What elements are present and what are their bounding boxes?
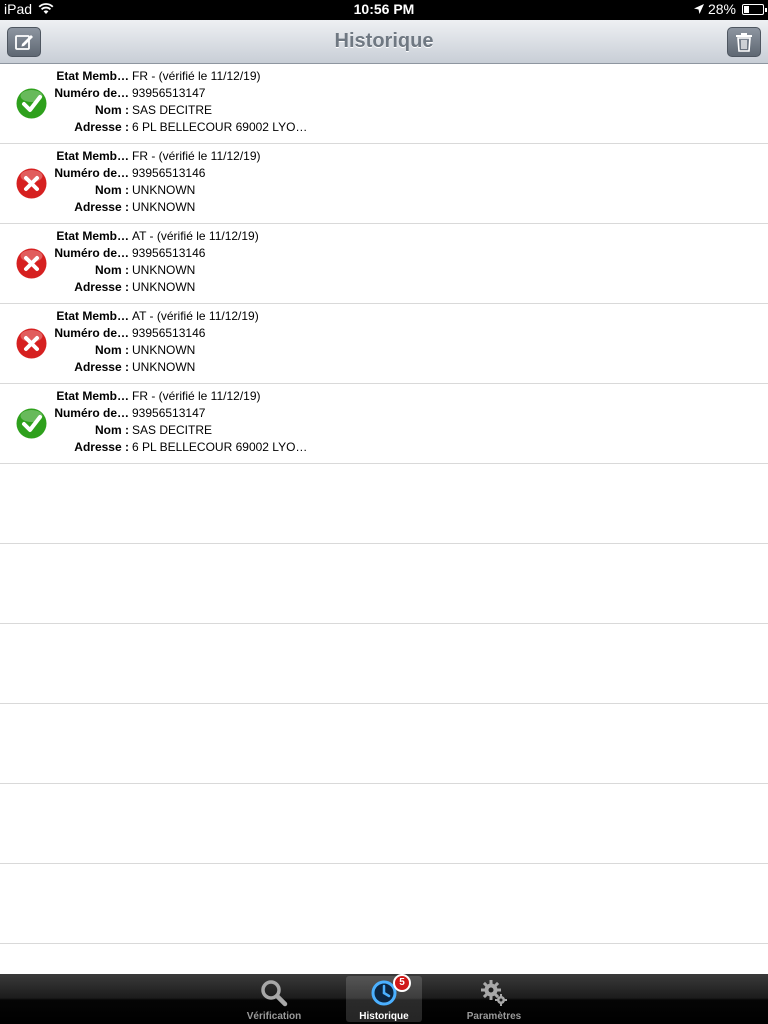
field-adresse: Adresse : UNKNOWN [0, 359, 259, 376]
field-label: Nom : [95, 343, 129, 357]
field-value: SAS DECITRE [132, 103, 213, 117]
field-value: UNKNOWN [132, 360, 196, 374]
field-label: Numéro de… [54, 86, 129, 100]
trash-button[interactable] [727, 27, 761, 57]
field-nom: Nom : SAS DECITRE [0, 422, 307, 439]
field-value: UNKNOWN [132, 280, 196, 294]
field-value: 93956513147 [132, 86, 206, 100]
field-value: FR - (vérifié le 11/12/19) [132, 69, 261, 83]
field-value: 93956513146 [132, 166, 206, 180]
field-value: 93956513146 [132, 246, 206, 260]
field-nom: Nom : UNKNOWN [0, 342, 259, 359]
field-label: Nom : [95, 423, 129, 437]
field-nom: Nom : SAS DECITRE [0, 102, 307, 119]
status-bar: iPad 10:56 PM 28% [0, 0, 768, 20]
field-etat: Etat Memb… FR - (vérifié le 11/12/19) [0, 388, 307, 405]
gear-icon [481, 980, 507, 1006]
field-value: UNKNOWN [132, 343, 196, 357]
field-label: Adresse : [74, 120, 129, 134]
field-nom: Nom : UNKNOWN [0, 262, 259, 279]
field-value: UNKNOWN [132, 263, 196, 277]
search-icon [261, 980, 288, 1007]
field-label: Etat Memb… [56, 149, 129, 163]
tab-historique[interactable]: 5 Historique [346, 974, 422, 1022]
battery-icon [742, 3, 767, 15]
field-adresse: Adresse : UNKNOWN [0, 199, 261, 216]
field-label: Nom : [95, 103, 129, 117]
field-label: Etat Memb… [56, 229, 129, 243]
field-adresse: Adresse : UNKNOWN [0, 279, 259, 296]
field-etat: Etat Memb… AT - (vérifié le 11/12/19) [0, 308, 259, 325]
field-adresse: Adresse :6 PL BELLECOUR 69002 LYO… [0, 119, 307, 136]
history-entry[interactable]: Etat Memb… FR - (vérifié le 11/12/19) Numé… [0, 144, 768, 224]
field-value: 93956513146 [132, 326, 206, 340]
field-value: FR - (vérifié le 11/12/19) [132, 389, 261, 403]
field-numero: Numéro de… 93956513147 [0, 85, 307, 102]
empty-row [0, 784, 768, 864]
field-label: Etat Memb… [56, 309, 129, 323]
field-value: SAS DECITRE [132, 423, 213, 437]
trash-icon [736, 33, 752, 52]
history-entry[interactable]: Etat Memb… AT - (vérifié le 11/12/19) Numé… [0, 304, 768, 384]
field-label: Nom : [95, 183, 129, 197]
empty-row [0, 944, 768, 974]
field-nom: Nom : UNKNOWN [0, 182, 261, 199]
tab-bar: Vérification 5 Historique Paramètres [0, 974, 768, 1024]
field-etat: Etat Memb… FR - (vérifié le 11/12/19) [0, 148, 261, 165]
field-label: Numéro de… [54, 166, 129, 180]
empty-row [0, 704, 768, 784]
field-label: Etat Memb… [56, 69, 129, 83]
field-label: Numéro de… [54, 246, 129, 260]
field-etat: Etat Memb… FR - (vérifié le 11/12/19) [0, 68, 307, 85]
field-label: Numéro de… [54, 326, 129, 340]
tab-parametres[interactable]: Paramètres [456, 976, 532, 1022]
field-label: Nom : [95, 263, 129, 277]
field-value: UNKNOWN [132, 200, 196, 214]
empty-row [0, 544, 768, 624]
empty-row [0, 464, 768, 544]
tab-label: Vérification [246, 1011, 302, 1022]
history-entry[interactable]: Etat Memb… FR - (vérifié le 11/12/19) Numé… [0, 64, 768, 144]
field-label: Numéro de… [54, 406, 129, 420]
field-numero: Numéro de… 93956513146 [0, 245, 259, 262]
field-label: Adresse : [74, 200, 129, 214]
location-arrow-icon [693, 4, 704, 14]
field-numero: Numéro de… 93956513146 [0, 325, 259, 342]
history-entry[interactable]: Etat Memb… FR - (vérifié le 11/12/19) Numé… [0, 384, 768, 464]
field-label: Adresse : [74, 440, 129, 454]
field-value: AT - (vérifié le 11/12/19) [132, 229, 259, 243]
field-value: UNKNOWN [132, 183, 196, 197]
field-value: FR - (vérifié le 11/12/19) [132, 149, 261, 163]
page-title: Historique [334, 30, 434, 52]
tab-label: Historique [359, 1011, 409, 1022]
field-value: 6 PL BELLECOUR 69002 LYO… [132, 120, 308, 134]
battery-percent: 28% [707, 1, 736, 17]
empty-row [0, 864, 768, 944]
clock: 10:56 PM [353, 1, 415, 17]
field-label: Etat Memb… [56, 389, 129, 403]
tab-label: Paramètres [466, 1011, 522, 1022]
field-numero: Numéro de… 93956513147 [0, 405, 307, 422]
field-value: AT - (vérifié le 11/12/19) [132, 309, 259, 323]
field-numero: Numéro de… 93956513146 [0, 165, 261, 182]
field-etat: Etat Memb… AT - (vérifié le 11/12/19) [0, 228, 259, 245]
field-value: 6 PL BELLECOUR 69002 LYO… [132, 440, 308, 454]
tab-verification[interactable]: Vérification [236, 976, 312, 1022]
history-list[interactable]: Etat Memb… FR - (vérifié le 11/12/19) Numé… [0, 64, 768, 974]
navigation-bar: Historique [0, 20, 768, 64]
field-label: Adresse : [74, 280, 129, 294]
field-label: Adresse : [74, 360, 129, 374]
field-value: 93956513147 [132, 406, 206, 420]
empty-row [0, 624, 768, 704]
history-entry[interactable]: Etat Memb… AT - (vérifié le 11/12/19) Numé… [0, 224, 768, 304]
notification-badge: 5 [393, 974, 411, 992]
field-adresse: Adresse :6 PL BELLECOUR 69002 LYO… [0, 439, 307, 456]
